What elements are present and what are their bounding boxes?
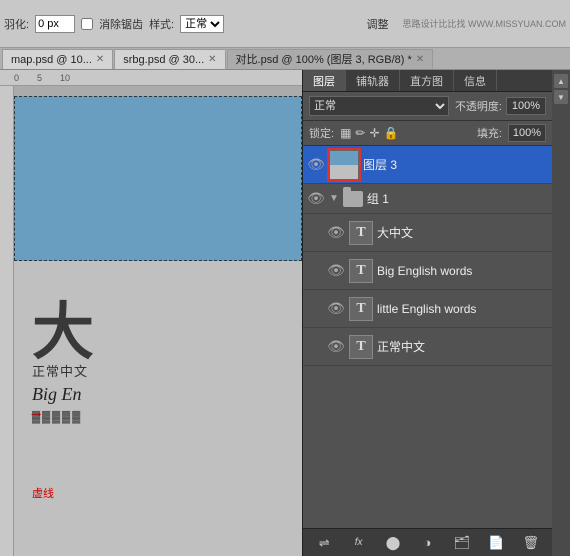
layer-normal-visibility-icon[interactable]: 👁	[327, 338, 345, 355]
opacity-input[interactable]	[506, 97, 546, 115]
layer-item-big[interactable]: 👁 T Big English words	[303, 252, 552, 290]
ruler-horizontal: 0 5 10	[0, 70, 302, 86]
group1-visibility-icon[interactable]: 👁	[307, 190, 325, 207]
tab-srbg-close[interactable]: ✕	[208, 54, 216, 65]
panel-bottom-toolbar: ⇌ fx ⬤ ◑ 🗂 📄 🗑	[303, 528, 552, 556]
watermark: 思路设计比比找 WWW.MISSYUAN.COM	[403, 17, 567, 30]
top-toolbar: 羽化: 消除锯齿 样式: 正常 调整 思路设计比比找 WWW.MISSYUAN.…	[0, 0, 570, 48]
layer-big-visibility-icon[interactable]: 👁	[327, 262, 345, 279]
panel-btn-adjustment[interactable]: ◑	[416, 532, 438, 554]
main-area: 0 5 10 大 正常中文 Big En ▓▓▓▓▓ → 虚线 图层 铺轨器 直…	[0, 70, 570, 556]
tab-compare[interactable]: 对比.psd @ 100% (图层 3, RGB/8) * ✕	[227, 49, 434, 69]
right-panel: 图层 铺轨器 直方图 信息 正常 不透明度: 锁定: ▦ ✏ ✛ 🔒	[302, 70, 552, 556]
fill-input[interactable]	[508, 124, 546, 142]
tab-srbg[interactable]: srbg.psd @ 30... ✕	[114, 49, 225, 69]
tab-map-label: map.psd @ 10...	[11, 54, 92, 66]
panel-btn-link[interactable]: ⇌	[313, 532, 335, 554]
layer-da-name: 大中文	[377, 224, 548, 241]
tab-srbg-label: srbg.psd @ 30...	[123, 54, 204, 66]
canvas-text-big-english: Big En	[32, 384, 82, 405]
lock-all-icon[interactable]: 🔒	[384, 126, 399, 140]
canvas-text-da: 大	[32, 281, 94, 371]
style-select[interactable]: 正常	[180, 15, 224, 33]
canvas-text-chinese-small: 正常中文	[32, 361, 88, 380]
right-strip: ▲ ▼	[552, 70, 570, 556]
layer-normal-type-icon: T	[349, 335, 373, 359]
layer-little-name: little English words	[377, 302, 548, 316]
feather-input[interactable]	[35, 15, 75, 33]
layer-little-visibility-icon[interactable]: 👁	[327, 300, 345, 317]
layer-group1-header[interactable]: 👁 ▼ 组 1	[303, 184, 552, 214]
canvas-content: 大 正常中文 Big En ▓▓▓▓▓ → 虚线	[14, 86, 302, 556]
layer-list: 👁 图层 3 👁 ▼ 组 1 👁 T 大中文 👁	[303, 146, 552, 528]
panel-btn-delete[interactable]: 🗑	[520, 532, 542, 554]
panel-btn-new-layer[interactable]: 📄	[485, 532, 507, 554]
lock-row: 锁定: ▦ ✏ ✛ 🔒 填充:	[303, 121, 552, 146]
lock-transparency-icon[interactable]: ▦	[340, 126, 351, 140]
layer3-name: 图层 3	[363, 156, 548, 173]
layer-item-layer3[interactable]: 👁 图层 3	[303, 146, 552, 184]
layer-da-visibility-icon[interactable]: 👁	[327, 224, 345, 241]
canvas-blue-bg	[14, 96, 302, 261]
layer3-thumbnail	[329, 150, 359, 180]
lock-label: 锁定:	[309, 125, 334, 141]
panel-tab-layers[interactable]: 图层	[303, 70, 346, 91]
canvas-area: 0 5 10 大 正常中文 Big En ▓▓▓▓▓ → 虚线	[0, 70, 302, 556]
opacity-label: 不透明度:	[455, 98, 502, 114]
antialiased-label: 消除锯齿	[99, 16, 143, 32]
strip-btn-1[interactable]: ▲	[554, 74, 568, 88]
layer-item-normal[interactable]: 👁 T 正常中文	[303, 328, 552, 366]
red-arrow: →	[28, 404, 44, 422]
tab-bar: map.psd @ 10... ✕ srbg.psd @ 30... ✕ 对比.…	[0, 48, 570, 70]
layer-big-name: Big English words	[377, 264, 548, 278]
strip-btn-2[interactable]: ▼	[554, 90, 568, 104]
layer-normal-name: 正常中文	[377, 338, 548, 355]
group1-arrow-icon[interactable]: ▼	[329, 193, 339, 204]
layer3-visibility-icon[interactable]: 👁	[307, 156, 325, 173]
layer-item-da[interactable]: 👁 T 大中文	[303, 214, 552, 252]
blend-mode-select[interactable]: 正常	[309, 96, 449, 116]
lock-paint-icon[interactable]: ✏	[355, 126, 365, 140]
tab-map[interactable]: map.psd @ 10... ✕	[2, 49, 113, 69]
tab-compare-close[interactable]: ✕	[416, 54, 424, 65]
layer-big-type-icon: T	[349, 259, 373, 283]
panel-tab-info[interactable]: 信息	[454, 70, 497, 91]
panel-btn-mask[interactable]: ⬤	[382, 532, 404, 554]
tab-compare-label: 对比.psd @ 100% (图层 3, RGB/8) *	[236, 51, 412, 67]
group1-name: 组 1	[367, 190, 548, 207]
antialiased-checkbox[interactable]	[81, 18, 93, 30]
tab-map-close[interactable]: ✕	[96, 54, 104, 65]
lock-icons: ▦ ✏ ✛ 🔒	[340, 126, 398, 140]
style-label: 样式:	[149, 16, 174, 32]
adjust-label: 调整	[367, 16, 389, 32]
ruler-vertical	[0, 86, 14, 556]
layer-item-little[interactable]: 👁 T little English words	[303, 290, 552, 328]
fill-label: 填充:	[477, 125, 502, 141]
panel-tab-channels[interactable]: 铺轨器	[346, 70, 400, 91]
feather-label: 羽化:	[4, 16, 29, 32]
panel-btn-group[interactable]: 🗂	[451, 532, 473, 554]
panel-btn-fx[interactable]: fx	[348, 532, 370, 554]
group1-folder-icon	[343, 191, 363, 207]
lock-move-icon[interactable]: ✛	[369, 126, 379, 140]
panel-tabs: 图层 铺轨器 直方图 信息	[303, 70, 552, 92]
opacity-row: 不透明度:	[455, 97, 546, 115]
panel-tab-histogram[interactable]: 直方图	[400, 70, 454, 91]
layer-da-type-icon: T	[349, 221, 373, 245]
panel-blend-row: 正常 不透明度:	[303, 92, 552, 121]
label-xuqian: 虚线	[32, 485, 54, 501]
layer-little-type-icon: T	[349, 297, 373, 321]
